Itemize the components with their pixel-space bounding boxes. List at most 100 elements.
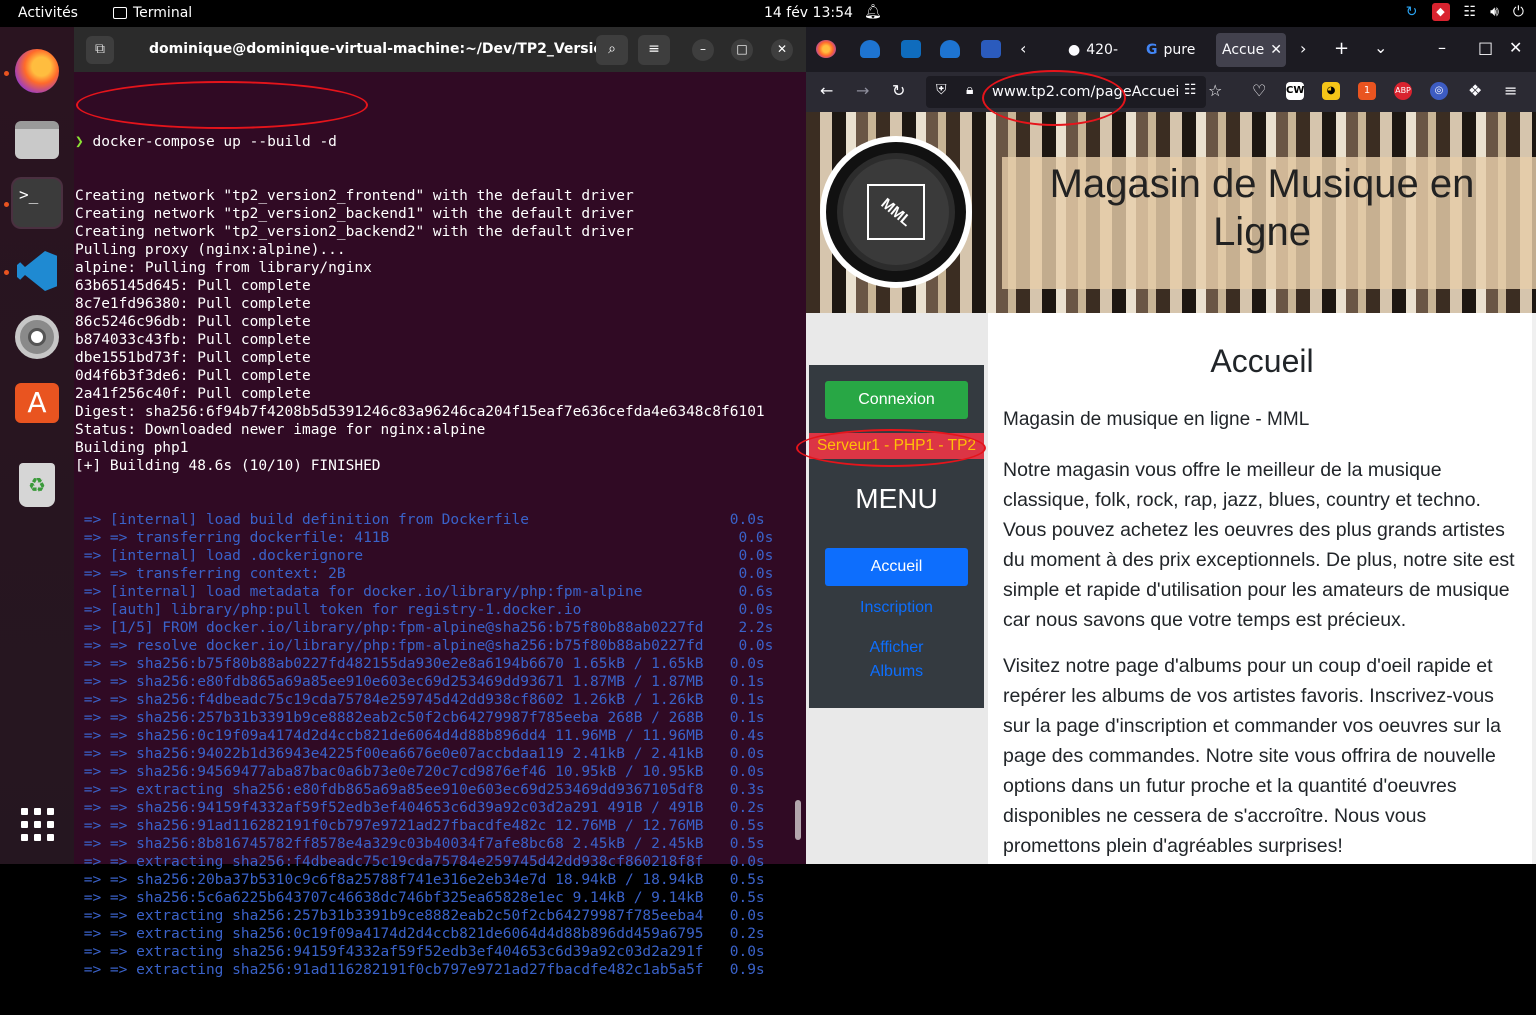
build-log-line: => => sha256:b75f80b88ab0227fd482155da93… bbox=[75, 656, 765, 672]
new-tab-icon[interactable]: ⧉ bbox=[86, 36, 114, 64]
close-button[interactable]: ✕ bbox=[771, 39, 793, 61]
close-tab-icon[interactable]: ✕ bbox=[1270, 42, 1282, 58]
terminal-scrollbar[interactable] bbox=[795, 800, 801, 840]
hamburger-menu-icon[interactable]: ≡ bbox=[638, 35, 670, 65]
terminal-line: Pulling proxy (nginx:alpine)... bbox=[75, 242, 346, 258]
app-menu-icon[interactable]: ≡ bbox=[1504, 81, 1517, 100]
terminal-line: Status: Downloaded newer image for nginx… bbox=[75, 422, 486, 438]
ghostery-icon[interactable]: ◕ bbox=[1322, 82, 1340, 100]
shield-icon[interactable]: ⛨ bbox=[936, 82, 947, 98]
pocket-icon[interactable]: ♡ bbox=[1252, 81, 1266, 100]
extensions-puzzle-icon[interactable]: ❖ bbox=[1468, 81, 1482, 100]
power-icon[interactable]: ⏻ bbox=[1513, 4, 1524, 20]
build-log-line: => => sha256:0c19f09a4174d2d4ccb821de606… bbox=[75, 728, 765, 744]
prompt-icon: ❯ bbox=[75, 134, 84, 150]
adblock-plus-icon[interactable]: ABP bbox=[1394, 82, 1412, 100]
build-log-line: => => transferring dockerfile: 411B 0.0s bbox=[75, 530, 774, 546]
build-log-line: => [auth] library/php:pull token for reg… bbox=[75, 602, 774, 618]
system-tray[interactable]: ↻ ◆ ☷ 🔊︎ ⏻ bbox=[1406, 3, 1524, 21]
sidebar-item-inscription[interactable]: Inscription bbox=[809, 596, 984, 620]
tab-github[interactable]: ● 420- bbox=[1062, 33, 1126, 67]
volume-icon[interactable]: 🔊︎ bbox=[1490, 4, 1499, 20]
build-log-line: => => extracting sha256:f4dbeadc75c19cda… bbox=[75, 854, 765, 870]
onedrive-icon[interactable] bbox=[860, 40, 880, 58]
command-line: ❯ docker-compose up --build -d bbox=[75, 133, 795, 151]
minimize-button[interactable]: – bbox=[1438, 38, 1446, 57]
dock-files[interactable] bbox=[11, 114, 63, 166]
network-icon[interactable]: ☷ bbox=[1464, 4, 1477, 20]
terminal-line: 8c7e1fd96380: Pull complete bbox=[75, 296, 311, 312]
build-log-line: => => resolve docker.io/library/php:fpm-… bbox=[75, 638, 774, 654]
terminal-line: alpine: Pulling from library/nginx bbox=[75, 260, 372, 276]
maximize-button[interactable]: □ bbox=[1478, 38, 1493, 57]
browser-window[interactable]: ‹ ● 420- Gpure Accue ✕ › + ⌄ – □ ✕ ← → ↻ ⛨… bbox=[796, 27, 1536, 864]
tab-accueil[interactable]: Accue ✕ bbox=[1216, 33, 1286, 67]
cw-extension-icon[interactable]: CW bbox=[1286, 82, 1304, 100]
page-title: Accueil bbox=[1210, 343, 1314, 379]
activities-button[interactable]: Activités bbox=[18, 5, 78, 21]
build-log-line: => => extracting sha256:91ad116282191f0c… bbox=[75, 962, 765, 978]
dock-settings[interactable] bbox=[11, 311, 63, 363]
minimize-button[interactable]: – bbox=[692, 39, 714, 61]
sidebar-item-albums[interactable]: Afficher Albums bbox=[809, 636, 984, 684]
globe-extension-icon[interactable]: ◎ bbox=[1430, 82, 1448, 100]
terminal-output[interactable]: ❯ docker-compose up --build -d Creating … bbox=[75, 97, 795, 1015]
header-banner: Magasin de Musique en Ligne MML bbox=[806, 112, 1536, 313]
dock-terminal[interactable]: >_ bbox=[11, 177, 63, 229]
bookmark-star-icon[interactable]: ☆ bbox=[1208, 81, 1222, 100]
webpage: Magasin de Musique en Ligne MML Connexio… bbox=[806, 112, 1536, 864]
extension-badge-count: 1 bbox=[1363, 85, 1371, 96]
back-icon[interactable]: ← bbox=[820, 81, 833, 100]
logo-box: MML bbox=[867, 184, 925, 240]
sync-icon[interactable]: ↻ bbox=[1406, 4, 1418, 20]
dock-firefox[interactable] bbox=[11, 45, 63, 97]
intro-text: Magasin de musique en ligne - MML bbox=[1003, 409, 1310, 430]
page-scrollbar[interactable] bbox=[1532, 313, 1536, 864]
dock-vscode[interactable] bbox=[11, 245, 63, 297]
tab-bar: ‹ ● 420- Gpure Accue ✕ › + ⌄ – □ ✕ bbox=[806, 27, 1536, 72]
word-icon[interactable] bbox=[981, 40, 1001, 58]
build-log-line: => [internal] load .dockerignore 0.0s bbox=[75, 548, 774, 564]
terminal-line: [+] Building 48.6s (10/10) FINISHED bbox=[75, 458, 381, 474]
build-log-line: => => extracting sha256:257b31b3391b9ce8… bbox=[75, 908, 765, 924]
terminal-line: 2a41f256c40f: Pull complete bbox=[75, 386, 311, 402]
lock-icon[interactable]: 🔒︎ bbox=[966, 82, 973, 98]
onedrive-icon[interactable] bbox=[940, 40, 960, 58]
tabs-scroll-right-icon[interactable]: › bbox=[1300, 39, 1306, 58]
list-tabs-icon[interactable]: ⌄ bbox=[1374, 38, 1387, 57]
reader-view-icon[interactable]: ☷ bbox=[1184, 82, 1197, 98]
forward-icon[interactable]: → bbox=[856, 81, 869, 100]
connexion-button[interactable]: Connexion bbox=[825, 381, 968, 419]
mml-logo[interactable]: MML bbox=[820, 136, 972, 288]
running-indicator bbox=[4, 71, 9, 76]
terminal-line: 0d4f6b3f3de6: Pull complete bbox=[75, 368, 311, 384]
close-button[interactable]: ✕ bbox=[1509, 38, 1522, 57]
dock-trash[interactable]: ♻ bbox=[11, 459, 63, 511]
system-top-bar: Activités Terminal 14 fév 13:54 🔔︎ ↻ ◆ ☷… bbox=[0, 0, 1536, 27]
clock[interactable]: 14 fév 13:54 bbox=[764, 5, 853, 21]
reload-icon[interactable]: ↻ bbox=[892, 81, 905, 100]
menu-heading: MENU bbox=[855, 483, 938, 514]
extension-badge-icon[interactable]: 1 bbox=[1358, 82, 1376, 100]
terminal-window[interactable]: ⧉ dominique@dominique-virtual-machine:~/… bbox=[74, 27, 806, 978]
tab-google[interactable]: Gpure bbox=[1140, 33, 1204, 67]
dock-software[interactable]: A bbox=[11, 377, 63, 429]
tab-label: 420- bbox=[1086, 42, 1118, 58]
search-icon[interactable]: ⌕ bbox=[596, 35, 628, 65]
active-app-label: Terminal bbox=[133, 5, 193, 21]
active-app-menu[interactable]: Terminal bbox=[113, 5, 192, 21]
sidebar-item-accueil[interactable]: Accueil bbox=[825, 548, 968, 586]
terminal-line: 86c5246c96db: Pull complete bbox=[75, 314, 311, 330]
tabs-scroll-left-icon[interactable]: ‹ bbox=[1020, 39, 1026, 58]
firefox-view-icon[interactable] bbox=[816, 40, 836, 58]
outlook-icon[interactable] bbox=[901, 40, 921, 58]
new-tab-icon[interactable]: + bbox=[1334, 38, 1349, 59]
dock: >_ A ♻ bbox=[0, 27, 74, 864]
maximize-button[interactable]: □ bbox=[731, 39, 753, 61]
anydesk-icon[interactable]: ◆ bbox=[1431, 3, 1450, 21]
build-log-line: => [internal] load build definition from… bbox=[75, 512, 765, 528]
dock-show-apps[interactable] bbox=[11, 798, 63, 850]
terminal-icon bbox=[113, 7, 127, 19]
terminal-line: 63b65145d645: Pull complete bbox=[75, 278, 311, 294]
build-log-line: => => sha256:8b816745782ff8578e4a329c03b… bbox=[75, 836, 765, 852]
